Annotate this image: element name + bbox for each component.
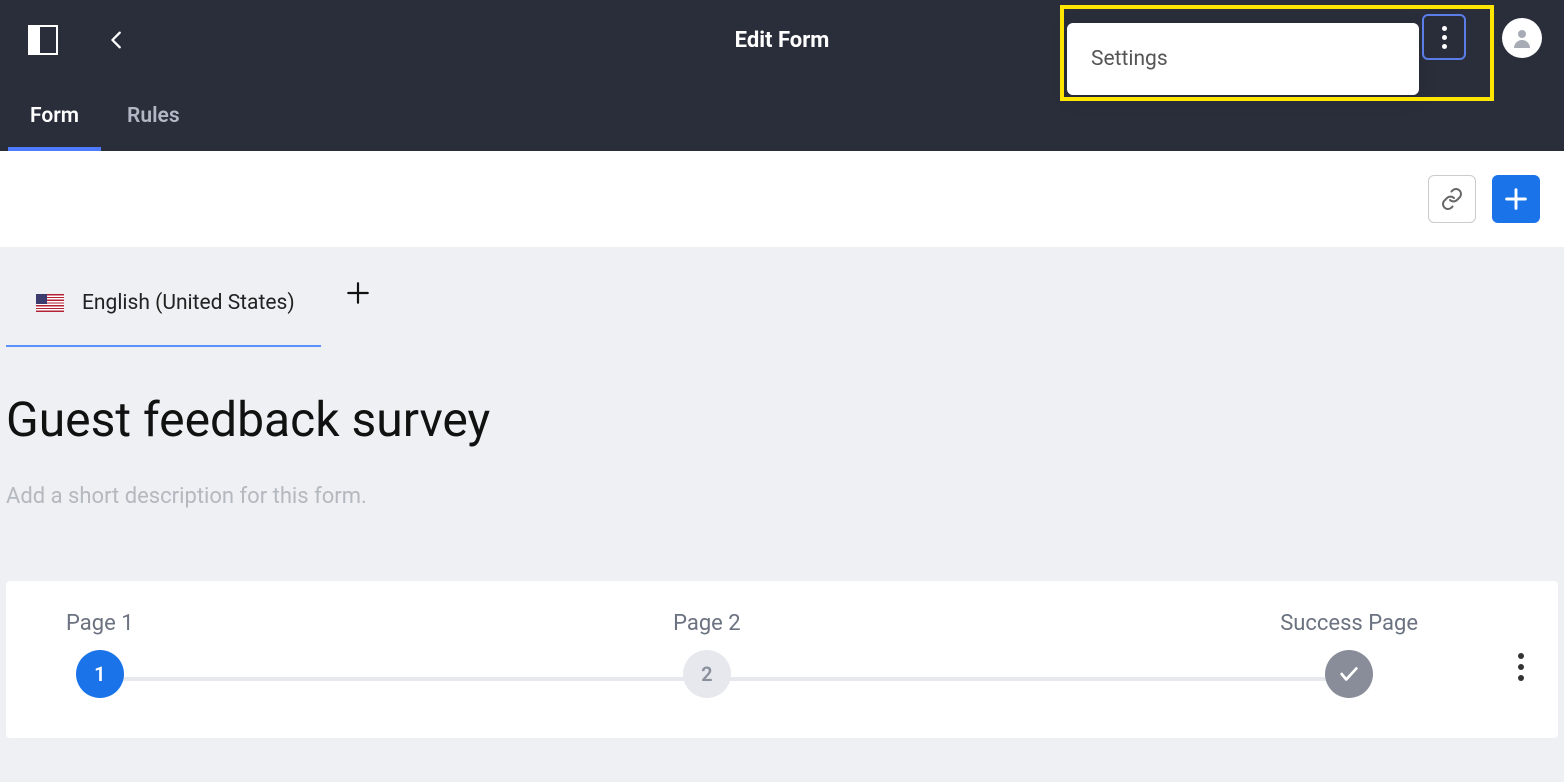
form-title[interactable]: Guest feedback survey <box>6 391 1558 448</box>
form-description-placeholder[interactable]: Add a short description for this form. <box>6 484 1558 509</box>
page-title: Edit Form <box>735 28 830 53</box>
settings-menu-label: Settings <box>1091 47 1168 71</box>
panel-toggle-icon[interactable] <box>28 25 58 55</box>
settings-menu-item[interactable]: Settings <box>1067 23 1419 95</box>
tab-rules[interactable]: Rules <box>127 80 180 151</box>
stepper-line <box>116 677 1368 681</box>
chevron-left-icon <box>106 29 128 51</box>
step-page-1[interactable]: Page 1 1 <box>66 611 134 698</box>
more-options-button[interactable] <box>1422 14 1466 60</box>
language-tab[interactable]: English (United States) <box>6 273 321 347</box>
step-label: Page 2 <box>673 611 741 636</box>
language-label: English (United States) <box>82 291 295 315</box>
link-icon <box>1440 187 1464 211</box>
user-icon <box>1510 26 1534 50</box>
plus-icon <box>1502 185 1530 213</box>
step-circle: 2 <box>683 650 731 698</box>
us-flag-icon <box>36 294 64 312</box>
step-success[interactable]: Success Page <box>1280 611 1418 698</box>
user-avatar[interactable] <box>1502 18 1542 58</box>
page-stepper-card: Page 1 1 Page 2 2 Success Page <box>6 581 1558 738</box>
plus-icon <box>345 280 371 306</box>
step-circle <box>1325 650 1373 698</box>
kebab-icon <box>1442 26 1447 49</box>
back-button[interactable] <box>106 29 128 51</box>
tab-form[interactable]: Form <box>30 80 79 151</box>
stepper-options-button[interactable] <box>1518 653 1524 681</box>
step-circle: 1 <box>76 650 124 698</box>
action-row <box>0 151 1564 247</box>
link-button[interactable] <box>1428 175 1476 223</box>
add-language-button[interactable] <box>339 280 377 340</box>
step-page-2[interactable]: Page 2 2 <box>673 611 741 698</box>
add-button[interactable] <box>1492 175 1540 223</box>
step-label: Success Page <box>1280 611 1418 636</box>
check-icon <box>1338 663 1360 685</box>
step-label: Page 1 <box>66 611 134 636</box>
